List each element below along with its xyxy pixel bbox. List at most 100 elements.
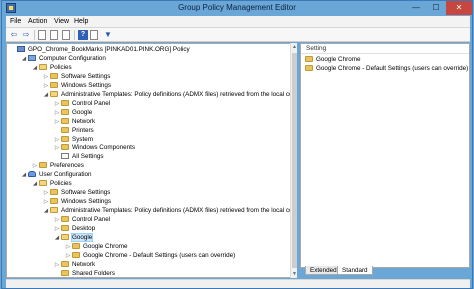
user-icon <box>28 171 36 178</box>
tree-item[interactable]: GPO_Chrome_BookMarks [PINKAD01.PINK.ORG]… <box>9 45 190 54</box>
tree-item-label: User Configuration <box>39 171 92 179</box>
folder-icon <box>305 56 313 62</box>
collapse-icon[interactable]: ◢ <box>20 55 28 64</box>
tree-item-label: Windows Components <box>72 144 135 152</box>
tree-item[interactable]: ▷ System <box>53 135 93 144</box>
tree-item-label: Google Chrome <box>83 242 128 250</box>
folder-open-icon <box>39 180 47 187</box>
folder-icon <box>61 216 69 223</box>
tree-item[interactable]: ▷ Software Settings <box>42 188 110 197</box>
folder-icon <box>61 144 69 151</box>
tree-item[interactable]: ◢ Computer Configuration <box>20 54 106 63</box>
tree-item[interactable]: ▷ Control Panel <box>53 215 110 224</box>
tree-item[interactable]: ◢ Administrative Templates: Policy defini… <box>42 90 295 100</box>
collapse-icon[interactable]: ◢ <box>42 207 50 216</box>
tree-item[interactable]: ▷ Network <box>53 260 95 269</box>
setting-item[interactable]: Google Chrome - Default Settings (users … <box>305 64 468 73</box>
folder-icon <box>61 126 69 133</box>
menu-view[interactable]: View <box>54 18 69 25</box>
tree-item[interactable]: ◢ Policies <box>31 63 72 72</box>
collapse-icon[interactable]: ◢ <box>31 180 39 189</box>
back-icon[interactable]: ⇦ <box>9 30 19 40</box>
toolbar-separator <box>74 30 75 40</box>
folder-open-icon <box>50 207 58 214</box>
folder-icon <box>50 189 58 196</box>
filter-icon[interactable]: ▼ <box>103 30 113 40</box>
tree-item-label: Policies <box>50 63 72 71</box>
tree-item[interactable]: ▷ Google Chrome <box>64 242 127 251</box>
tree-item-label: Control Panel <box>72 216 111 224</box>
tree-item-label: Desktop <box>72 225 96 232</box>
tree-item[interactable]: ▷ Preferences <box>31 161 84 170</box>
menu-action[interactable]: Action <box>28 18 47 25</box>
folder-icon <box>61 99 69 106</box>
menu-bar: File Action View Help <box>6 16 470 28</box>
export-list-icon[interactable] <box>62 30 70 40</box>
collapse-icon[interactable]: ◢ <box>53 234 61 243</box>
tree-item-label: Windows Settings <box>61 81 112 89</box>
app-window: Group Policy Management Editor — ☐ ✕ Fil… <box>1 0 473 289</box>
folder-icon <box>50 81 58 88</box>
console-tree: GPO_Chrome_BookMarks [PINKAD01.PINK.ORG]… <box>6 43 296 278</box>
tree-item[interactable]: ▷ Desktop <box>53 224 95 233</box>
folder-icon <box>72 242 80 249</box>
show-hide-tree-icon[interactable] <box>38 30 46 40</box>
scroll-thumb[interactable] <box>292 53 297 268</box>
title-bar[interactable]: Group Policy Management Editor — ☐ ✕ <box>2 1 472 16</box>
collapse-icon[interactable]: ◢ <box>20 171 28 180</box>
details-pane: Setting Google Chrome Google Chrome - De… <box>300 43 470 268</box>
scroll-down-icon[interactable]: ▼ <box>291 270 298 278</box>
show-action-pane-icon[interactable] <box>90 30 98 40</box>
maximize-button[interactable]: ☐ <box>426 1 446 15</box>
view-tabs: Extended Standard <box>300 266 470 276</box>
tree-scrollbar[interactable]: ▲ ▼ <box>290 43 297 278</box>
tree-item[interactable]: ▷ Software Settings <box>42 72 110 81</box>
setting-label: Google Chrome <box>316 56 361 63</box>
setting-column-header[interactable]: Setting <box>301 44 469 54</box>
forward-icon[interactable]: ⇨ <box>21 30 31 40</box>
tree-item-label: Software Settings <box>61 72 111 80</box>
tree-item[interactable]: ◢ Administrative Templates: Policy defini… <box>42 206 295 216</box>
tree-item[interactable]: Shared Folders <box>53 269 116 277</box>
tree-item[interactable]: ▷ Windows Components <box>53 143 135 152</box>
folder-open-icon <box>39 63 47 70</box>
gpo-icon <box>17 46 25 52</box>
tree-item[interactable]: ▷ Windows Settings <box>42 81 111 90</box>
tree-item-label: Shared Folders <box>72 269 116 277</box>
setting-item[interactable]: Google Chrome <box>305 55 360 64</box>
tree-item[interactable]: ◢ Google <box>53 232 94 243</box>
menu-file[interactable]: File <box>10 18 21 25</box>
collapse-icon[interactable]: ◢ <box>42 91 50 100</box>
tree-item-label: Google <box>72 108 93 116</box>
tree-item[interactable]: ▷ Network <box>53 117 95 126</box>
tree-item-label: Google Chrome - Default Settings (users … <box>83 251 236 259</box>
collapse-icon[interactable]: ◢ <box>31 64 39 73</box>
properties-icon[interactable] <box>50 30 58 40</box>
tab-standard[interactable]: Standard <box>337 266 373 275</box>
tree-item[interactable]: All Settings <box>53 152 104 161</box>
tree-item[interactable]: ◢ Policies <box>31 179 72 188</box>
tree-item-label: Software Settings <box>61 189 111 197</box>
tree-item[interactable]: ▷ Control Panel <box>53 99 110 108</box>
tree-item-label: Network <box>72 260 96 268</box>
tree-item-label: Policies <box>50 180 72 188</box>
scroll-up-icon[interactable]: ▲ <box>291 43 298 51</box>
folder-icon <box>61 269 69 276</box>
close-button[interactable]: ✕ <box>446 1 472 15</box>
folder-icon <box>61 260 69 267</box>
tree-item[interactable]: Printers <box>53 126 94 135</box>
folder-icon <box>61 117 69 124</box>
tree-item[interactable]: ▷ Windows Settings <box>42 197 111 206</box>
tree-item[interactable]: ◢ User Configuration <box>20 170 92 179</box>
tree-item[interactable]: ▷ Google <box>53 108 92 117</box>
menu-help[interactable]: Help <box>74 18 88 25</box>
tree-item-label: Network <box>72 117 96 125</box>
tree-item-label: Preferences <box>50 162 84 170</box>
tree-item-label: Printers <box>72 126 94 134</box>
minimize-button[interactable]: — <box>406 1 426 15</box>
help-icon[interactable]: ? <box>78 30 88 40</box>
folder-icon <box>72 251 80 258</box>
tree-item-label: Windows Settings <box>61 198 112 206</box>
tree-item[interactable]: ▷ Google Chrome - Default Settings (users… <box>64 251 235 260</box>
folder-icon <box>50 198 58 205</box>
